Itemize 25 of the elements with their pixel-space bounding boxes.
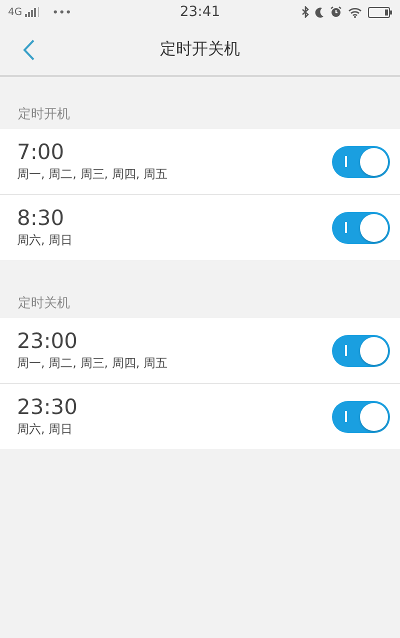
bluetooth-icon bbox=[302, 6, 309, 18]
more-label: ••• bbox=[52, 6, 72, 18]
network-label: 4G bbox=[8, 6, 22, 18]
moon-icon bbox=[314, 6, 324, 18]
toggle-switch[interactable] bbox=[332, 334, 390, 366]
section-header: 定时开机 bbox=[17, 106, 71, 124]
signal-icon bbox=[25, 7, 42, 17]
wifi-icon bbox=[348, 6, 362, 18]
toggle-switch[interactable] bbox=[332, 400, 390, 432]
section-header: 定时关机 bbox=[17, 295, 71, 313]
repeat-days: 周六, 周日 bbox=[17, 421, 78, 438]
repeat-days: 周一, 周二, 周三, 周四, 周五 bbox=[17, 166, 168, 183]
page-title: 定时开关机 bbox=[160, 39, 240, 60]
toggle-switch[interactable] bbox=[332, 212, 390, 244]
repeat-days: 周一, 周二, 周三, 周四, 周五 bbox=[17, 355, 168, 372]
battery-icon bbox=[368, 6, 392, 18]
alarm-icon bbox=[330, 6, 342, 18]
schedule-time: 8:30 bbox=[17, 206, 66, 230]
schedule-time: 23:30 bbox=[17, 395, 78, 419]
toggle-switch[interactable] bbox=[332, 146, 390, 178]
schedule-time: 7:00 bbox=[17, 140, 66, 164]
clock-time: 23:41 bbox=[180, 4, 220, 20]
back-icon[interactable] bbox=[23, 39, 35, 61]
schedule-time: 23:00 bbox=[17, 329, 79, 353]
repeat-days: 周六, 周日 bbox=[17, 232, 73, 249]
